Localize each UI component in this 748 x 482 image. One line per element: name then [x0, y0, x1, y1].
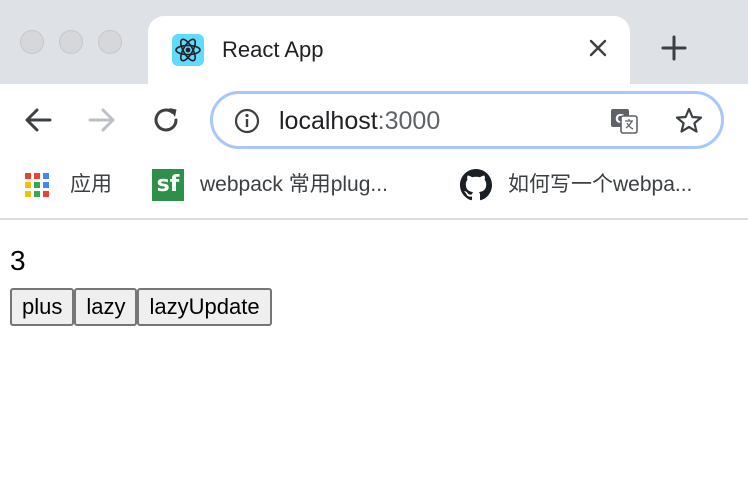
reload-icon[interactable]	[148, 102, 184, 138]
bookmark-apps[interactable]: 应用	[24, 168, 112, 202]
browser-toolbar: localhost:3000 G	[0, 84, 748, 158]
back-arrow-icon[interactable]	[20, 102, 56, 138]
translate-icon[interactable]: G	[609, 106, 639, 136]
forward-arrow-icon[interactable]	[84, 102, 120, 138]
bookmark-star-icon[interactable]	[673, 105, 705, 137]
tab-strip: React App	[0, 0, 748, 84]
url-host: localhost	[279, 107, 378, 135]
bookmark-webpack-plugins[interactable]: sf webpack 常用plug...	[152, 168, 388, 202]
address-bar[interactable]: localhost:3000 G	[210, 91, 724, 149]
window-minimize-dot[interactable]	[59, 30, 83, 54]
bookmark-label: webpack 常用plug...	[200, 173, 388, 196]
button-row: plus lazy lazyUpdate	[10, 288, 272, 326]
tab-title: React App	[222, 37, 324, 62]
close-tab-icon[interactable]	[582, 32, 614, 64]
lazy-update-button[interactable]: lazyUpdate	[137, 288, 272, 326]
bookmark-how-to-write-webpack[interactable]: 如何写一个webpa...	[460, 168, 692, 202]
url-port: :3000	[377, 107, 441, 135]
bookmark-label: 如何写一个webpa...	[508, 173, 693, 196]
bookmarks-bar: 应用 sf webpack 常用plug... 如何写一个webpa...	[0, 158, 748, 220]
sf-logo-icon: sf	[152, 169, 184, 201]
bookmark-label: 应用	[70, 173, 112, 196]
page-content: 3 plus lazy lazyUpdate	[0, 222, 748, 482]
counter-value: 3	[10, 245, 26, 276]
apps-grid-icon	[25, 173, 49, 197]
react-logo-icon	[172, 34, 204, 66]
new-tab-plus-icon[interactable]	[656, 30, 692, 66]
tab-react-app[interactable]: React App	[148, 16, 630, 84]
info-icon[interactable]	[233, 107, 261, 135]
url-text[interactable]: localhost:3000	[279, 106, 440, 136]
github-icon	[460, 169, 492, 201]
window-close-dot[interactable]	[20, 30, 44, 54]
lazy-button[interactable]: lazy	[74, 288, 138, 326]
window-zoom-dot[interactable]	[98, 30, 122, 54]
plus-button[interactable]: plus	[10, 288, 75, 326]
